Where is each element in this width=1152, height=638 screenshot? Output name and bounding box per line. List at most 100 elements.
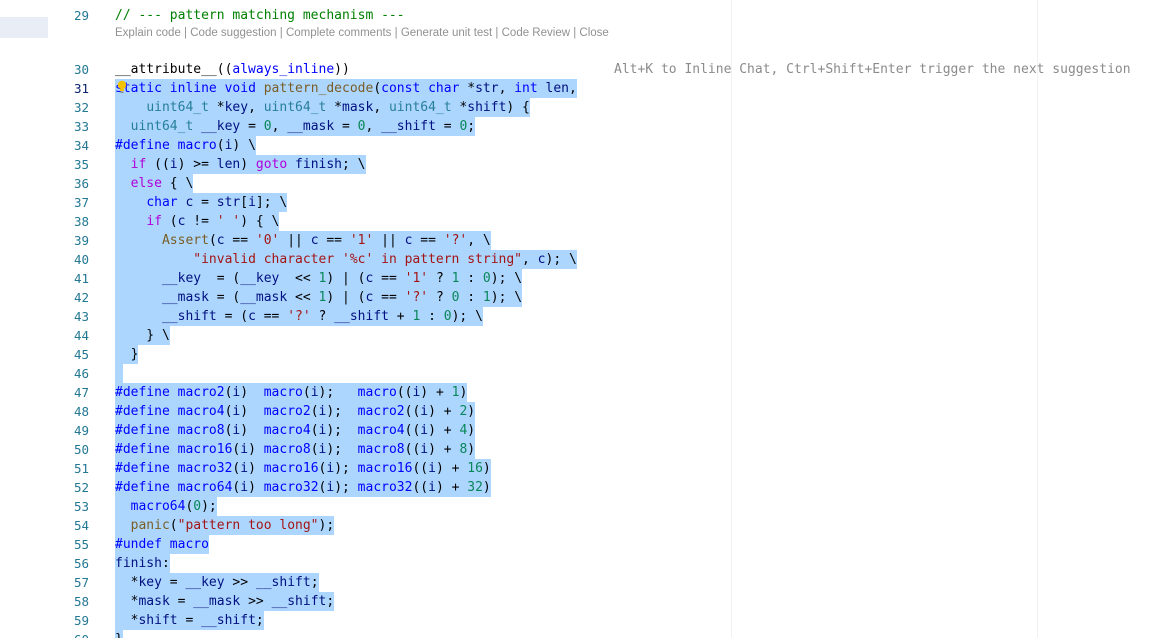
codelens-generate-unit-test[interactable]: Generate unit test: [401, 27, 492, 39]
code-text[interactable]: __key = (__key << 1) | (c == '1' ? 1 : 0…: [115, 269, 523, 288]
code-text[interactable]: }: [115, 630, 123, 638]
codelens-separator: |: [492, 27, 502, 39]
code-text[interactable]: Assert(c == '0' || c == '1' || c == '?',…: [115, 231, 491, 250]
code-line[interactable]: 52 #define macro64(i) macro32(i); macro32…: [0, 478, 1152, 497]
code-text[interactable]: } \: [115, 326, 170, 345]
code-line[interactable]: 57 *key = __key >> __shift;: [0, 573, 1152, 592]
line-number: 57: [73, 575, 89, 590]
code-text[interactable]: panic("pattern too long");: [115, 516, 335, 535]
line-number: 52: [73, 480, 89, 495]
code-text[interactable]: static inline void pattern_decode(const …: [115, 79, 577, 98]
code-text[interactable]: #define macro2(i) macro(i); macro((i) + …: [115, 383, 468, 402]
code-text[interactable]: if (c != ' ') { \: [115, 212, 280, 231]
code-text[interactable]: __mask = (__mask << 1) | (c == '?' ? 0 :…: [115, 288, 523, 307]
code-text[interactable]: if ((i) >= len) goto finish; \: [115, 155, 366, 174]
code-text[interactable]: macro64(0);: [115, 497, 217, 516]
code-line[interactable]: 44 } \: [0, 326, 1152, 345]
line-number: 31: [73, 81, 89, 96]
line-number: 36: [73, 176, 89, 191]
lightbulb-icon[interactable]: [116, 80, 128, 94]
line-number: 59: [73, 613, 89, 628]
line-number: 56: [73, 556, 89, 571]
code-text[interactable]: #define macro(i) \: [115, 136, 256, 155]
code-text[interactable]: #define macro8(i) macro4(i); macro4((i) …: [115, 421, 476, 440]
line-number: 53: [73, 499, 89, 514]
codelens-code-suggestion[interactable]: Code suggestion: [190, 27, 276, 39]
code-line[interactable]: 35 if ((i) >= len) goto finish; \: [0, 155, 1152, 174]
code-line[interactable]: 60}: [0, 630, 1152, 638]
code-text[interactable]: [115, 364, 123, 383]
line-number: 37: [73, 195, 89, 210]
code-text[interactable]: "invalid character '%c' in pattern strin…: [115, 250, 577, 269]
codelens-code-review[interactable]: Code Review: [502, 27, 570, 39]
code-text[interactable]: }: [115, 345, 139, 364]
line-number: 30: [73, 62, 89, 77]
code-text[interactable]: #define macro32(i) macro16(i); macro16((…: [115, 459, 491, 478]
code-line[interactable]: 54 panic("pattern too long");: [0, 516, 1152, 535]
code-line[interactable]: 56 finish:: [0, 554, 1152, 573]
line-number: 39: [73, 233, 89, 248]
code-line[interactable]: 55 #undef macro: [0, 535, 1152, 554]
line-number: 38: [73, 214, 89, 229]
code-text[interactable]: *shift = __shift;: [115, 611, 264, 630]
line-number: 41: [73, 271, 89, 286]
code-line[interactable]: 40 "invalid character '%c' in pattern st…: [0, 250, 1152, 269]
code-line[interactable]: 42 __mask = (__mask << 1) | (c == '?' ? …: [0, 288, 1152, 307]
code-text[interactable]: else { \: [115, 174, 194, 193]
line-number: 42: [73, 290, 89, 305]
code-line[interactable]: 43 __shift = (c == '?' ? __shift + 1 : 0…: [0, 307, 1152, 326]
codelens-close[interactable]: Close: [579, 27, 608, 39]
code-line[interactable]: 29 // --- pattern matching mechanism ---: [0, 6, 1152, 25]
codelens-separator: |: [180, 27, 191, 39]
code-text[interactable]: uint64_t *key, uint64_t *mask, uint64_t …: [115, 98, 530, 117]
codelens-separator: |: [276, 27, 286, 39]
line-number: 33: [73, 119, 89, 134]
line-number: 43: [73, 309, 89, 324]
code-line[interactable]: 47 #define macro2(i) macro(i); macro((i) …: [0, 383, 1152, 402]
code-line[interactable]: 59 *shift = __shift;: [0, 611, 1152, 630]
code-text[interactable]: #define macro16(i) macro8(i); macro8((i)…: [115, 440, 476, 459]
line-number: 40: [73, 252, 89, 267]
codelens-explain-code[interactable]: Explain code: [115, 27, 181, 39]
code-line[interactable]: 38 if (c != ' ') { \: [0, 212, 1152, 231]
code-line[interactable]: 50 #define macro16(i) macro8(i); macro8((…: [0, 440, 1152, 459]
code-text[interactable]: finish:: [115, 554, 170, 573]
code-line[interactable]: 32 uint64_t *key, uint64_t *mask, uint64…: [0, 98, 1152, 117]
code-line[interactable]: 34 #define macro(i) \: [0, 136, 1152, 155]
code-text[interactable]: *mask = __mask >> __shift;: [115, 592, 335, 611]
code-line[interactable]: 48 #define macro4(i) macro2(i); macro2((i…: [0, 402, 1152, 421]
line-number: 45: [73, 347, 89, 362]
code-text[interactable]: #define macro64(i) macro32(i); macro32((…: [115, 478, 491, 497]
code-line[interactable]: 53 macro64(0);: [0, 497, 1152, 516]
code-line[interactable]: 37 char c = str[i]; \: [0, 193, 1152, 212]
line-number: 51: [73, 461, 89, 476]
line-number: 47: [73, 385, 89, 400]
code-text[interactable]: #undef macro: [115, 535, 209, 554]
code-line[interactable]: 45 }: [0, 345, 1152, 364]
line-number: 32: [73, 100, 89, 115]
code-line[interactable]: 36 else { \: [0, 174, 1152, 193]
code-text[interactable]: // --- pattern matching mechanism ---: [115, 6, 405, 25]
code-text[interactable]: *key = __key >> __shift;: [115, 573, 319, 592]
code-text[interactable]: uint64_t __key = 0, __mask = 0, __shift …: [115, 117, 476, 136]
code-text[interactable]: __shift = (c == '?' ? __shift + 1 : 0); …: [115, 307, 483, 326]
code-line[interactable]: 49 #define macro8(i) macro4(i); macro4((i…: [0, 421, 1152, 440]
code-text[interactable]: __attribute__((always_inline)): [115, 60, 350, 79]
line-number: 55: [73, 537, 89, 552]
inline-chat-hint: Alt+K to Inline Chat, Ctrl+Shift+Enter t…: [614, 62, 1131, 77]
line-number: 34: [73, 138, 89, 153]
code-line[interactable]: 51 #define macro32(i) macro16(i); macro16…: [0, 459, 1152, 478]
code-text[interactable]: char c = str[i]; \: [115, 193, 288, 212]
code-line[interactable]: 46: [0, 364, 1152, 383]
codelens-complete-comments[interactable]: Complete comments: [286, 27, 391, 39]
code-line[interactable]: 39 Assert(c == '0' || c == '1' || c == '…: [0, 231, 1152, 250]
line-number: 48: [73, 404, 89, 419]
line-number: 35: [73, 157, 89, 172]
code-line[interactable]: 31 static inline void pattern_decode(cons…: [0, 79, 1152, 98]
code-line[interactable]: 33 uint64_t __key = 0, __mask = 0, __shi…: [0, 117, 1152, 136]
code-line[interactable]: 41 __key = (__key << 1) | (c == '1' ? 1 …: [0, 269, 1152, 288]
line-number: 58: [73, 594, 89, 609]
code-text[interactable]: #define macro4(i) macro2(i); macro2((i) …: [115, 402, 476, 421]
line-number: 54: [73, 518, 89, 533]
code-line[interactable]: 58 *mask = __mask >> __shift;: [0, 592, 1152, 611]
